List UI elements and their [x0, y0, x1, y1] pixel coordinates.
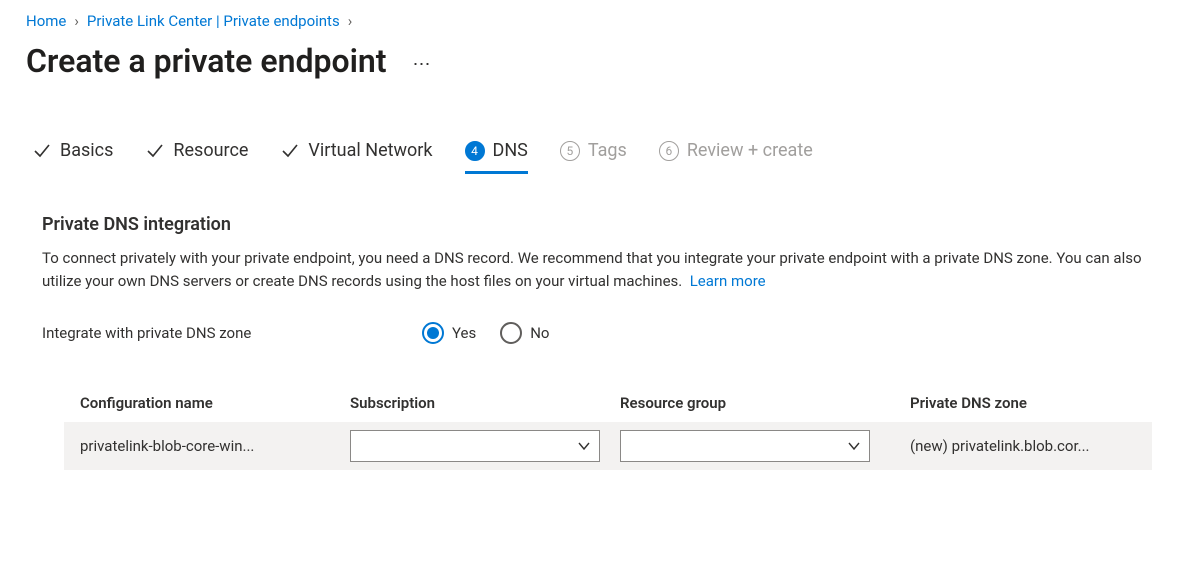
chevron-down-icon [847, 439, 861, 453]
chevron-right-icon: › [74, 12, 79, 30]
table-row: privatelink-blob-core-win... [64, 422, 1152, 470]
integrate-radio-group: Yes No [422, 322, 550, 344]
col-resource-group: Resource group [620, 394, 910, 412]
tab-dns[interactable]: 4 DNS [465, 140, 528, 174]
chevron-down-icon [577, 439, 591, 453]
tab-review-create[interactable]: 6 Review + create [659, 140, 813, 174]
table-header: Configuration name Subscription Resource… [64, 384, 1152, 422]
step-number-icon: 5 [560, 141, 580, 161]
tab-basics[interactable]: Basics [32, 140, 113, 174]
radio-label: No [530, 324, 549, 342]
radio-no[interactable]: No [500, 322, 549, 344]
step-number-icon: 4 [465, 141, 485, 161]
radio-icon [422, 322, 444, 344]
step-number-icon: 6 [659, 141, 679, 161]
tab-label: Tags [588, 140, 627, 161]
wizard-tabs: Basics Resource Virtual Network 4 DNS 5 … [32, 140, 1154, 174]
section-description: To connect privately with your private e… [42, 247, 1152, 294]
tab-label: Basics [60, 140, 113, 161]
resource-group-dropdown[interactable] [620, 430, 870, 462]
more-icon[interactable]: ⋯ [413, 54, 433, 75]
check-icon [280, 141, 300, 161]
col-private-dns-zone: Private DNS zone [910, 394, 1168, 412]
tab-label: Review + create [687, 140, 813, 161]
subscription-dropdown[interactable] [350, 430, 600, 462]
integrate-label: Integrate with private DNS zone [42, 324, 422, 342]
cell-config-name: privatelink-blob-core-win... [80, 437, 350, 455]
tab-resource[interactable]: Resource [145, 140, 248, 174]
breadcrumb-center[interactable]: Private Link Center | Private endpoints [87, 12, 340, 30]
cell-private-dns-zone: (new) privatelink.blob.cor... [910, 437, 1168, 455]
tab-label: Virtual Network [308, 140, 432, 161]
section-heading: Private DNS integration [42, 214, 1152, 235]
learn-more-link[interactable]: Learn more [690, 272, 766, 290]
radio-icon [500, 322, 522, 344]
col-subscription: Subscription [350, 394, 620, 412]
dns-table: Configuration name Subscription Resource… [64, 384, 1152, 470]
tab-label: Resource [173, 140, 248, 161]
tab-label: DNS [493, 140, 528, 161]
radio-yes[interactable]: Yes [422, 322, 476, 344]
page-title: Create a private endpoint [26, 42, 387, 80]
tab-tags[interactable]: 5 Tags [560, 140, 627, 174]
breadcrumb: Home › Private Link Center | Private end… [26, 12, 1154, 30]
tab-virtual-network[interactable]: Virtual Network [280, 140, 432, 174]
chevron-right-icon: › [348, 12, 353, 30]
check-icon [145, 141, 165, 161]
col-config-name: Configuration name [80, 394, 350, 412]
breadcrumb-home[interactable]: Home [26, 12, 66, 30]
check-icon [32, 141, 52, 161]
radio-label: Yes [452, 324, 476, 342]
description-text: To connect privately with your private e… [42, 249, 1142, 290]
